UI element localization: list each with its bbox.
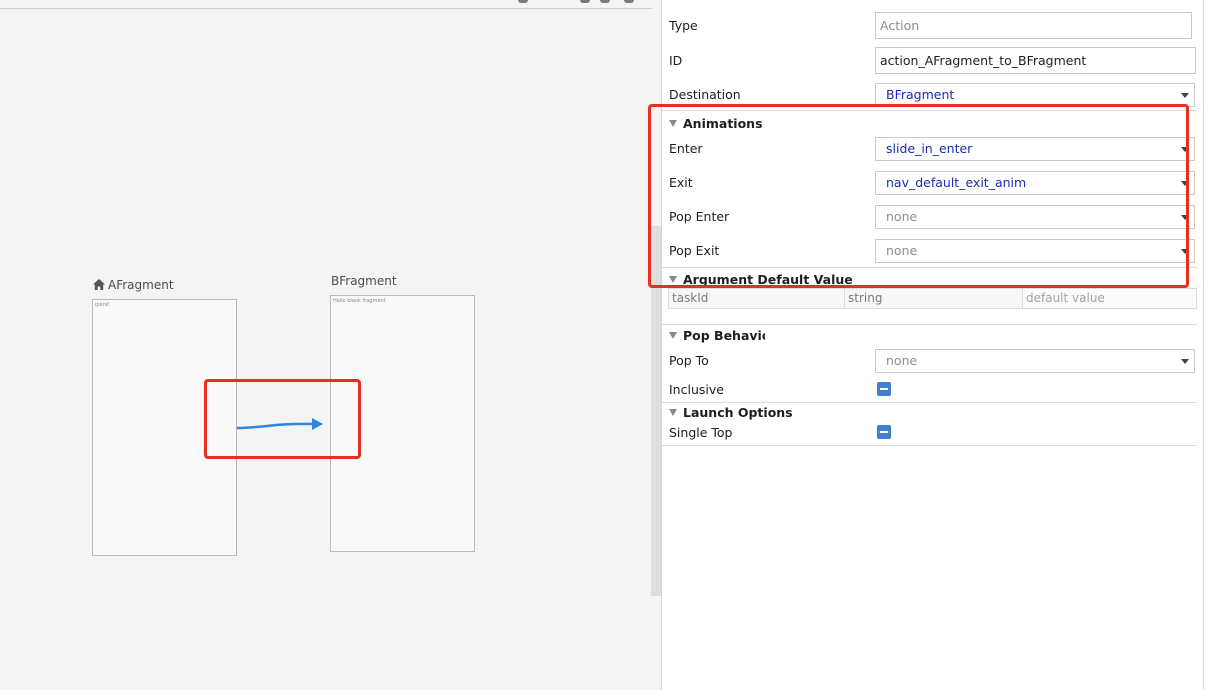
fragment-preview-text-a: ipersf (95, 302, 110, 308)
toolbar-icon[interactable] (518, 0, 528, 3)
pop-to-label: Pop To (669, 353, 709, 368)
pop-to-value: none (886, 353, 918, 368)
divider (662, 445, 1197, 446)
pop-behavior-section-header[interactable]: Pop Behavior (669, 328, 765, 343)
fragment-preview-text-b: Hello blank fragment (333, 298, 386, 304)
collapse-triangle-icon (669, 332, 677, 339)
animations-highlight-box (648, 104, 1189, 288)
id-label: ID (669, 53, 683, 68)
divider (662, 324, 1197, 325)
arrow-highlight-box (204, 379, 361, 459)
navigation-graph-canvas[interactable]: AFragment ipersf BFragment Hello blank f… (0, 0, 652, 690)
fragment-name-a: AFragment (108, 278, 174, 292)
chevron-down-icon (1181, 359, 1189, 364)
destination-value: BFragment (886, 87, 955, 102)
argument-type-cell: string (845, 289, 1023, 308)
collapse-triangle-icon (669, 409, 677, 416)
argument-default-value-input[interactable]: default value (1023, 289, 1196, 308)
argument-name-cell: taskId (669, 289, 845, 308)
pop-to-dropdown[interactable]: none (875, 349, 1195, 373)
fragment-label-a: AFragment (93, 278, 174, 292)
inclusive-label: Inclusive (669, 382, 724, 397)
minus-icon (880, 431, 888, 433)
fragment-label-b: BFragment (331, 274, 397, 288)
argument-table-row: taskId string default value (668, 288, 1197, 309)
home-icon (93, 279, 105, 290)
canvas-toolbar (0, 0, 652, 9)
fragment-name-b: BFragment (331, 274, 397, 288)
type-field: Action (875, 12, 1192, 39)
launch-options-title: Launch Options (683, 405, 793, 420)
launch-options-section-header[interactable]: Launch Options (669, 405, 793, 420)
chevron-down-icon (1181, 93, 1189, 98)
toolbar-icon[interactable] (600, 0, 610, 3)
single-top-label: Single Top (669, 425, 733, 440)
minus-icon (880, 388, 888, 390)
type-label: Type (669, 18, 698, 33)
destination-label: Destination (669, 87, 741, 102)
panel-right-border (1203, 0, 1204, 690)
single-top-checkbox[interactable] (877, 425, 891, 439)
toolbar-icon[interactable] (624, 0, 634, 3)
divider (662, 402, 1197, 403)
toolbar-icon[interactable] (580, 0, 590, 3)
id-input[interactable]: action_AFragment_to_BFragment (875, 47, 1196, 74)
inclusive-checkbox[interactable] (877, 382, 891, 396)
pop-behavior-title: Pop Behavior (683, 328, 765, 343)
